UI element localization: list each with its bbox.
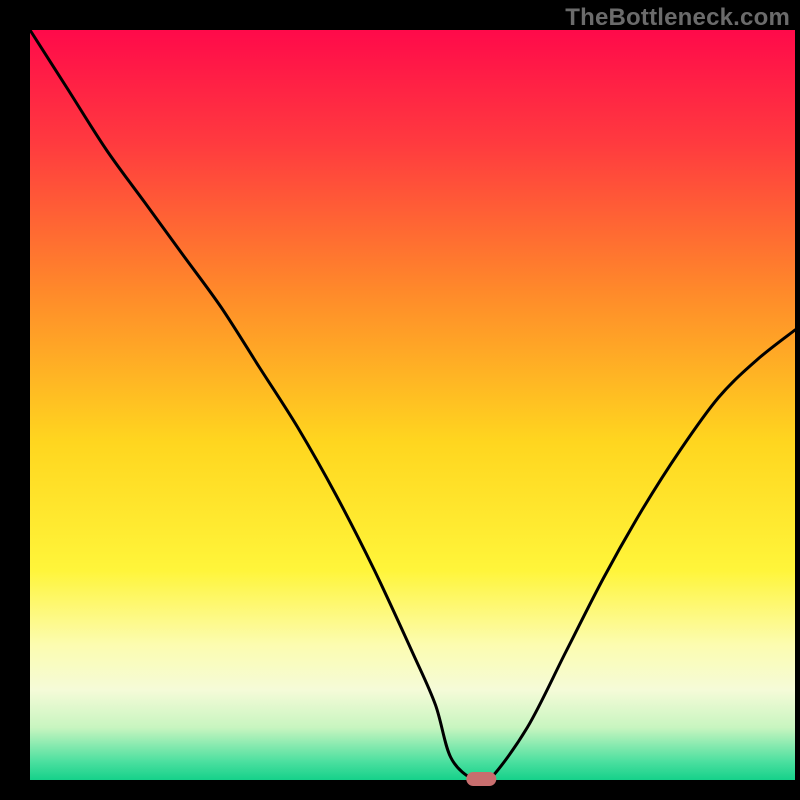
- watermark-text: TheBottleneck.com: [565, 4, 790, 32]
- bottleneck-chart: [0, 0, 800, 800]
- chart-frame: TheBottleneck.com: [0, 0, 800, 800]
- chart-gradient-background: [30, 30, 795, 780]
- optimal-point-marker: [466, 772, 496, 786]
